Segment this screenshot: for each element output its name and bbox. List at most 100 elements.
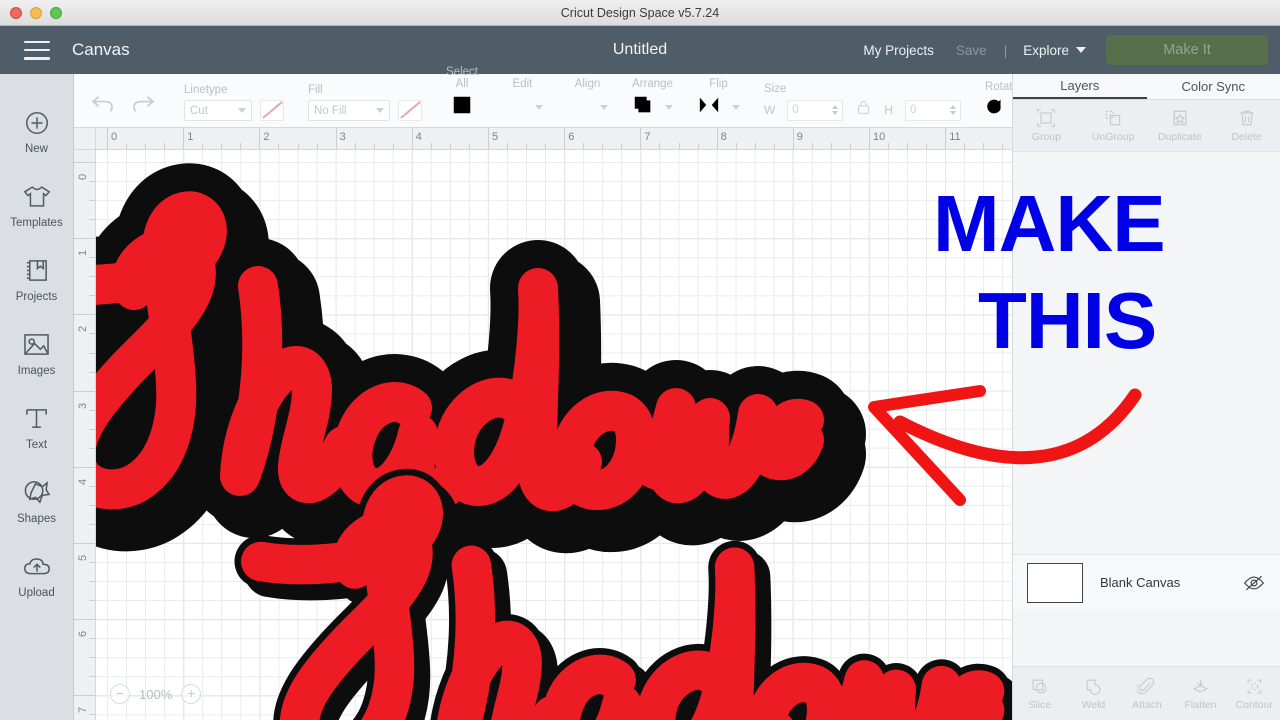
ruler-major-tick [74, 543, 95, 544]
ungroup-button[interactable]: UnGroup [1080, 100, 1147, 151]
ruler-label: 3 [339, 131, 346, 143]
ruler-major-tick [411, 128, 413, 149]
window-title: Cricut Design Space v5.7.24 [560, 5, 720, 20]
ruler-minor-tick [773, 143, 775, 149]
left-sidebar: New Templates Projects Images Text Shape… [0, 74, 74, 720]
arrange-group: Arrange [620, 78, 685, 121]
ruler-label: 6 [77, 631, 89, 638]
ruler-minor-tick [89, 447, 95, 449]
hamburger-icon[interactable] [24, 40, 50, 60]
sidebar-item-templates[interactable]: Templates [0, 168, 74, 242]
ruler-corner [74, 128, 96, 150]
save-button[interactable]: Save [945, 43, 998, 58]
ruler-minor-tick [89, 504, 95, 506]
sidebar-item-new[interactable]: New [0, 94, 74, 168]
sidebar-item-projects[interactable]: Projects [0, 242, 74, 316]
width-input[interactable]: 0 [787, 99, 844, 121]
ruler-label: 2 [263, 131, 270, 143]
ruler-label: 1 [77, 250, 89, 257]
contour-button[interactable]: Contour [1227, 667, 1280, 720]
ungroup-label: UnGroup [1091, 131, 1135, 143]
attach-label: Attach [1132, 698, 1162, 711]
sidebar-item-shapes[interactable]: Shapes [0, 464, 74, 538]
ruler-minor-tick [545, 143, 547, 149]
eye-off-icon[interactable] [1242, 571, 1266, 595]
redo-icon[interactable] [131, 93, 156, 117]
tool-options-bar: Linetype Cut Fill No Fill Select All Edi… [74, 66, 1130, 128]
sidebar-item-text[interactable]: Text [0, 390, 74, 464]
chevron-down-icon[interactable] [534, 105, 543, 110]
ruler-minor-tick [89, 200, 95, 202]
select-all-icon[interactable] [451, 94, 473, 121]
weld-button[interactable]: Weld [1067, 667, 1121, 720]
tab-layers[interactable]: Layers [1013, 74, 1147, 99]
fill-group: Fill No Fill [296, 84, 434, 121]
flatten-button[interactable]: Flatten [1174, 667, 1228, 720]
ruler-label: 6 [568, 131, 575, 143]
cloud-upload-icon [22, 552, 52, 582]
plus-circle-icon[interactable]: + [181, 684, 202, 704]
duplicate-button[interactable]: Duplicate [1147, 100, 1214, 151]
my-projects-link[interactable]: My Projects [852, 43, 945, 58]
ruler-label: 10 [873, 131, 886, 143]
right-panel: Layers Color Sync Group UnGroup Duplicat… [1012, 74, 1280, 720]
height-input[interactable]: 0 [904, 99, 961, 121]
ruler-minor-tick [316, 143, 318, 149]
size-group: Size W 0 H 0 [752, 83, 973, 121]
attach-button[interactable]: Attach [1120, 667, 1174, 720]
make-it-button[interactable]: Make It [1106, 35, 1268, 65]
machine-selector[interactable]: Explore [1013, 43, 1096, 58]
ruler-minor-tick [468, 143, 470, 149]
edit-scissors-icon[interactable] [502, 94, 524, 121]
delete-button[interactable]: Delete [1213, 100, 1280, 151]
layer-color-swatch[interactable] [1027, 562, 1083, 603]
chevron-down-icon[interactable] [731, 105, 740, 110]
width-value: 0 [792, 104, 799, 116]
sidebar-item-images[interactable]: Images [0, 316, 74, 390]
ruler-minor-tick [221, 143, 223, 149]
minus-circle-icon[interactable]: − [110, 684, 130, 704]
fill-color-swatch[interactable] [398, 100, 422, 121]
chevron-down-icon[interactable] [664, 105, 673, 110]
sidebar-item-upload[interactable]: Upload [0, 538, 74, 612]
ruler-minor-tick [89, 523, 95, 525]
history-buttons [74, 93, 172, 121]
ruler-major-tick [107, 128, 108, 149]
flip-icon[interactable] [697, 94, 721, 121]
app-header: Canvas Untitled My Projects Save | Explo… [0, 26, 1280, 74]
ruler-minor-tick [89, 352, 95, 354]
edit-label: Edit [512, 78, 533, 90]
align-group: Align [555, 78, 620, 121]
ruler-minor-tick [89, 276, 95, 278]
arrange-icon[interactable] [632, 94, 654, 121]
rotate-icon[interactable] [985, 97, 1004, 121]
undo-icon[interactable] [90, 93, 115, 117]
tab-color-sync[interactable]: Color Sync [1147, 74, 1280, 99]
ruler-major-tick [74, 695, 95, 697]
layer-row-blank-canvas[interactable]: Blank Canvas [1013, 554, 1280, 610]
align-label: Align [574, 78, 601, 90]
horizontal-ruler: 0 1 2 3 4 5 6 7 8 9 10 11 [96, 128, 1012, 150]
group-label: Group [1031, 131, 1061, 143]
fill-select[interactable]: No Fill [308, 100, 390, 121]
group-button[interactable]: Group [1013, 100, 1080, 151]
picture-icon [22, 330, 52, 360]
width-stepper[interactable] [832, 105, 839, 115]
ruler-label: 11 [949, 131, 961, 143]
lock-icon[interactable] [856, 99, 871, 121]
layer-name: Blank Canvas [1100, 575, 1181, 590]
slice-button[interactable]: Slice [1013, 667, 1067, 720]
height-stepper[interactable] [949, 105, 956, 115]
linetype-color-swatch[interactable] [260, 100, 284, 121]
linetype-select[interactable]: Cut [184, 100, 252, 121]
ruler-minor-tick [678, 143, 680, 149]
align-icon[interactable] [567, 94, 589, 121]
select-all-group: Select All [434, 66, 490, 121]
tshirt-icon [22, 182, 52, 212]
sidebar-label-new: New [24, 142, 48, 155]
chevron-down-icon[interactable] [599, 105, 608, 110]
ruler-major-tick [74, 390, 95, 392]
ruler-minor-tick [126, 143, 128, 149]
ruler-label: 8 [720, 131, 727, 143]
design-canvas[interactable]: − 100% + [96, 150, 1012, 720]
